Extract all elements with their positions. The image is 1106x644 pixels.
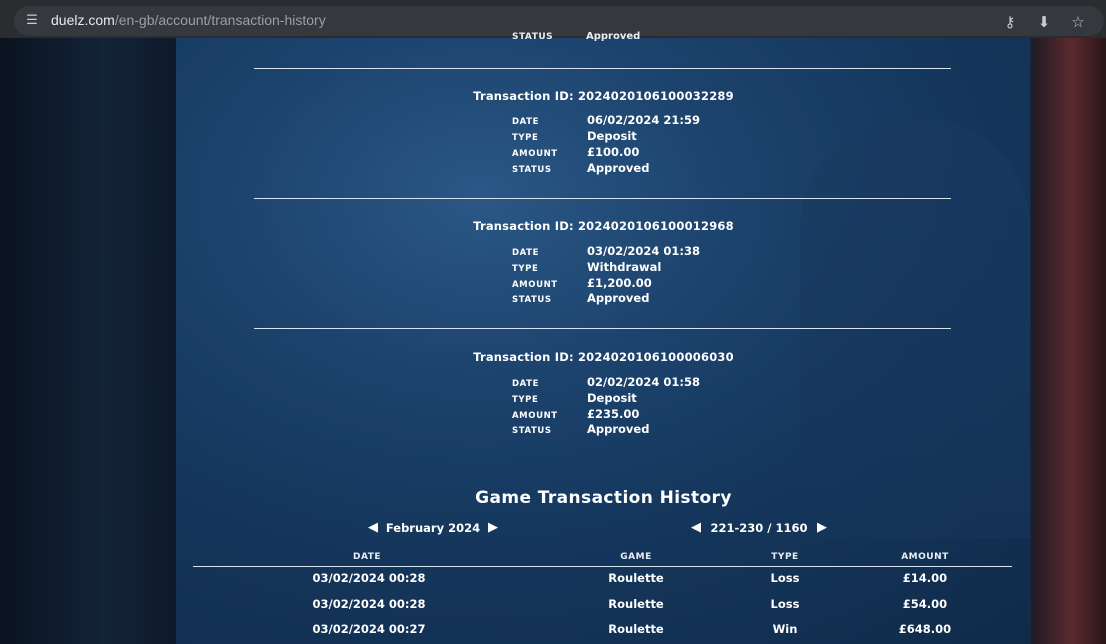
type-label: TYPE	[512, 133, 539, 143]
address-bar-actions: ⚷ ⬇ ☆	[1000, 13, 1088, 31]
month-label: February 2024	[385, 521, 481, 535]
row-date: 03/02/2024 00:27	[312, 622, 426, 636]
partial-status-row: STATUS Approved	[512, 31, 640, 42]
row-game: Roulette	[608, 571, 664, 585]
header-divider	[193, 566, 1012, 567]
date-value: 02/02/2024 01:58	[587, 375, 701, 389]
column-type: TYPE	[771, 552, 799, 562]
status-row: STATUS Approved	[512, 291, 649, 306]
row-type: Win	[772, 622, 798, 636]
status-label: STATUS	[512, 165, 552, 175]
status-value: Approved	[587, 291, 650, 305]
install-icon[interactable]: ⬇	[1034, 13, 1054, 31]
status-label: STATUS	[512, 32, 554, 42]
type-row: TYPE Deposit	[512, 391, 637, 406]
table-row: 03/02/2024 00:27 Roulette Win £648.00	[176, 622, 1031, 638]
right-wall	[1030, 38, 1106, 644]
transaction-id: Transaction ID: 2024020106100012968	[473, 219, 734, 233]
prev-month-arrow-icon[interactable]: ◀	[365, 518, 381, 538]
amount-value: £100.00	[587, 145, 640, 159]
site-info-icon[interactable]: ☰	[23, 12, 41, 30]
amount-label: AMOUNT	[512, 149, 558, 159]
row-amount: £54.00	[902, 597, 948, 611]
transaction-id: Transaction ID: 2024020106100032289	[473, 89, 734, 103]
date-label: DATE	[512, 379, 539, 389]
status-value: Approved	[586, 31, 641, 42]
key-icon[interactable]: ⚷	[1000, 13, 1020, 31]
type-value: Deposit	[587, 391, 637, 405]
amount-row: AMOUNT £1,200.00	[512, 276, 652, 291]
date-value: 03/02/2024 01:38	[587, 244, 701, 258]
row-date: 03/02/2024 00:28	[312, 597, 426, 611]
divider	[254, 198, 951, 199]
date-value: 06/02/2024 21:59	[587, 113, 701, 127]
row-game: Roulette	[608, 597, 664, 611]
status-label: STATUS	[512, 295, 552, 305]
status-value: Approved	[587, 161, 650, 175]
amount-row: AMOUNT £235.00	[512, 407, 639, 422]
status-label: STATUS	[512, 426, 552, 436]
status-value: Approved	[587, 422, 650, 436]
date-row: DATE 06/02/2024 21:59	[512, 113, 700, 128]
column-date: DATE	[352, 552, 382, 562]
date-row: DATE 02/02/2024 01:58	[512, 375, 700, 390]
transaction-history-content: STATUS Approved Transaction ID: 202402010…	[176, 31, 1031, 644]
next-month-arrow-icon[interactable]: ▶	[485, 518, 501, 538]
left-wall	[0, 38, 176, 644]
status-row: STATUS Approved	[512, 161, 649, 176]
amount-value: £1,200.00	[587, 276, 652, 290]
row-game: Roulette	[608, 622, 664, 636]
game-history-title: Game Transaction History	[475, 488, 732, 508]
row-amount: £648.00	[898, 622, 952, 636]
star-icon[interactable]: ☆	[1068, 13, 1088, 31]
column-game: GAME	[620, 552, 652, 562]
url-host: duelz.com	[51, 12, 115, 28]
page-range-label: 221-230 / 1160	[710, 521, 808, 535]
next-page-arrow-icon[interactable]: ▶	[814, 518, 830, 538]
prev-page-arrow-icon[interactable]: ◀	[688, 518, 704, 538]
date-row: DATE 03/02/2024 01:38	[512, 244, 700, 259]
row-type: Loss	[770, 571, 800, 585]
page-pager: ◀ 221-230 / 1160 ▶	[688, 517, 830, 539]
url-text[interactable]: duelz.com/en-gb/account/transaction-hist…	[51, 12, 326, 28]
date-label: DATE	[512, 117, 539, 127]
type-value: Withdrawal	[587, 260, 662, 274]
type-label: TYPE	[512, 395, 539, 405]
month-pager: ◀ February 2024 ▶	[365, 517, 501, 539]
row-amount: £14.00	[902, 571, 948, 585]
type-value: Deposit	[587, 129, 637, 143]
status-row: STATUS Approved	[512, 422, 649, 437]
table-row: 03/02/2024 00:28 Roulette Loss £54.00	[176, 597, 1031, 613]
row-type: Loss	[770, 597, 800, 611]
type-row: TYPE Deposit	[512, 129, 637, 144]
divider	[254, 68, 951, 69]
divider	[254, 328, 951, 329]
type-label: TYPE	[512, 264, 539, 274]
url-path: /en-gb/account/transaction-history	[114, 12, 326, 28]
table-row: 03/02/2024 00:28 Roulette Loss £14.00	[176, 571, 1031, 587]
type-row: TYPE Withdrawal	[512, 260, 661, 275]
row-date: 03/02/2024 00:28	[312, 571, 426, 585]
date-label: DATE	[512, 248, 539, 258]
amount-value: £235.00	[587, 407, 640, 421]
transaction-id: Transaction ID: 2024020106100006030	[473, 350, 734, 364]
column-amount: AMOUNT	[901, 552, 949, 562]
amount-row: AMOUNT £100.00	[512, 145, 639, 160]
game-history-header: DATE GAME TYPE AMOUNT	[176, 552, 1031, 566]
